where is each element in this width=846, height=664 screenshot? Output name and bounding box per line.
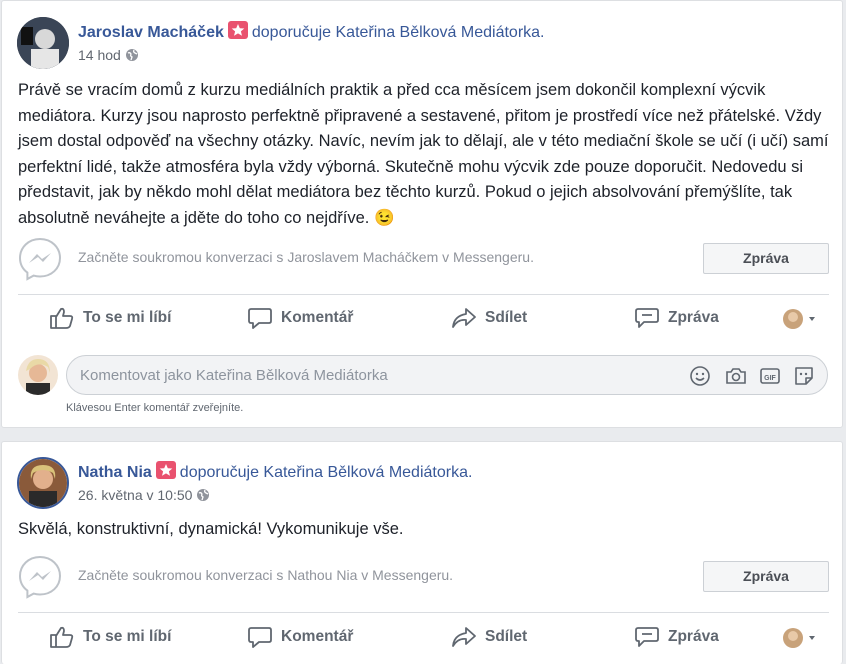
camera-icon[interactable] bbox=[725, 365, 747, 392]
messenger-text: Začněte soukromou konverzaci s Jaroslave… bbox=[78, 249, 534, 265]
divider bbox=[18, 294, 829, 295]
commenter-avatar bbox=[18, 355, 58, 395]
sticker-icon[interactable] bbox=[793, 365, 815, 392]
post-timestamp[interactable]: 26. května v 10:50 bbox=[78, 487, 192, 503]
review-post: Natha Nia doporučuje Kateřina Bělková Med… bbox=[1, 441, 843, 664]
action-bar: To se mi líbí Komentář Sdílet Zpráva bbox=[18, 303, 829, 333]
author-name[interactable]: Natha Nia bbox=[78, 464, 152, 481]
like-label: To se mi líbí bbox=[83, 628, 172, 645]
share-label: Sdílet bbox=[485, 309, 528, 326]
messenger-prompt: Začněte soukromou konverzaci s Nathou Ni… bbox=[18, 555, 829, 599]
comment-icon bbox=[248, 308, 272, 329]
share-icon bbox=[452, 308, 476, 328]
chat-bubble-icon bbox=[635, 627, 659, 647]
post-body: Skvělá, konstruktivní, dynamická! Vykomu… bbox=[18, 517, 833, 543]
recommend-badge-icon bbox=[227, 21, 248, 39]
message-button[interactable]: Zpráva bbox=[703, 561, 829, 592]
author-avatar[interactable] bbox=[17, 17, 69, 69]
post-text: Právě se vracím domů z kurzu mediálních … bbox=[18, 81, 829, 227]
recommend-badge-icon bbox=[155, 461, 176, 479]
like-label: To se mi líbí bbox=[83, 309, 172, 326]
recommends-text[interactable]: doporučuje Kateřina Bělková Mediátorka. bbox=[180, 464, 473, 481]
comment-label: Komentář bbox=[281, 309, 354, 326]
post-body: Právě se vracím domů z kurzu mediálních … bbox=[18, 78, 833, 232]
emoji-icon[interactable] bbox=[689, 365, 711, 392]
messenger-text: Začněte soukromou konverzaci s Nathou Ni… bbox=[78, 567, 454, 583]
globe-icon[interactable] bbox=[196, 488, 210, 505]
thumbs-up-icon bbox=[50, 307, 74, 329]
message-label: Zpráva bbox=[668, 628, 719, 645]
action-bar: To se mi líbí Komentář Sdílet Zpráva bbox=[18, 622, 829, 652]
author-name[interactable]: Jaroslav Macháček bbox=[78, 24, 224, 41]
globe-icon[interactable] bbox=[125, 48, 139, 65]
comment-hint: Klávesou Enter komentář zveřejníte. bbox=[66, 402, 244, 414]
comment-placeholder: Komentovat jako Kateřina Bělková Mediáto… bbox=[80, 367, 388, 384]
chat-bubble-icon bbox=[635, 308, 659, 328]
post-timestamp[interactable]: 14 hod bbox=[78, 47, 121, 63]
wink-emoji: 😉 bbox=[373, 208, 395, 227]
message-label: Zpráva bbox=[668, 309, 719, 326]
author-avatar[interactable] bbox=[17, 457, 69, 509]
thumbs-up-icon bbox=[50, 626, 74, 648]
message-button[interactable]: Zpráva bbox=[703, 243, 829, 274]
comment-input[interactable]: Komentovat jako Kateřina Bělková Mediáto… bbox=[66, 355, 828, 395]
review-post: Jaroslav Macháček doporučuje Kateřina Běl… bbox=[1, 0, 843, 428]
post-text: Skvělá, konstruktivní, dynamická! Vykomu… bbox=[18, 520, 404, 538]
recommends-text[interactable]: doporučuje Kateřina Bělková Mediátorka. bbox=[252, 24, 545, 41]
comment-icon bbox=[248, 627, 272, 648]
reaction-selector[interactable] bbox=[783, 308, 821, 330]
divider bbox=[18, 612, 829, 613]
messenger-icon bbox=[18, 237, 62, 286]
svg-text:GIF: GIF bbox=[764, 375, 776, 382]
messenger-icon bbox=[18, 555, 62, 604]
share-icon bbox=[452, 627, 476, 647]
gif-icon[interactable]: GIF bbox=[759, 365, 781, 392]
comment-label: Komentář bbox=[281, 628, 354, 645]
share-label: Sdílet bbox=[485, 628, 528, 645]
reaction-selector[interactable] bbox=[783, 627, 821, 649]
messenger-prompt: Začněte soukromou konverzaci s Jaroslave… bbox=[18, 237, 829, 281]
